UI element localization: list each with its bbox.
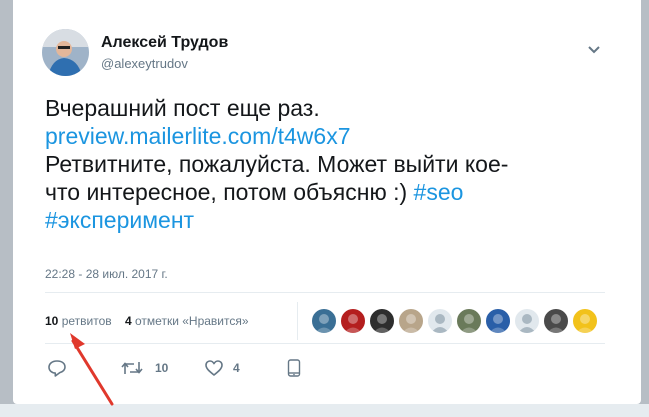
annotation-arrow <box>70 333 114 406</box>
